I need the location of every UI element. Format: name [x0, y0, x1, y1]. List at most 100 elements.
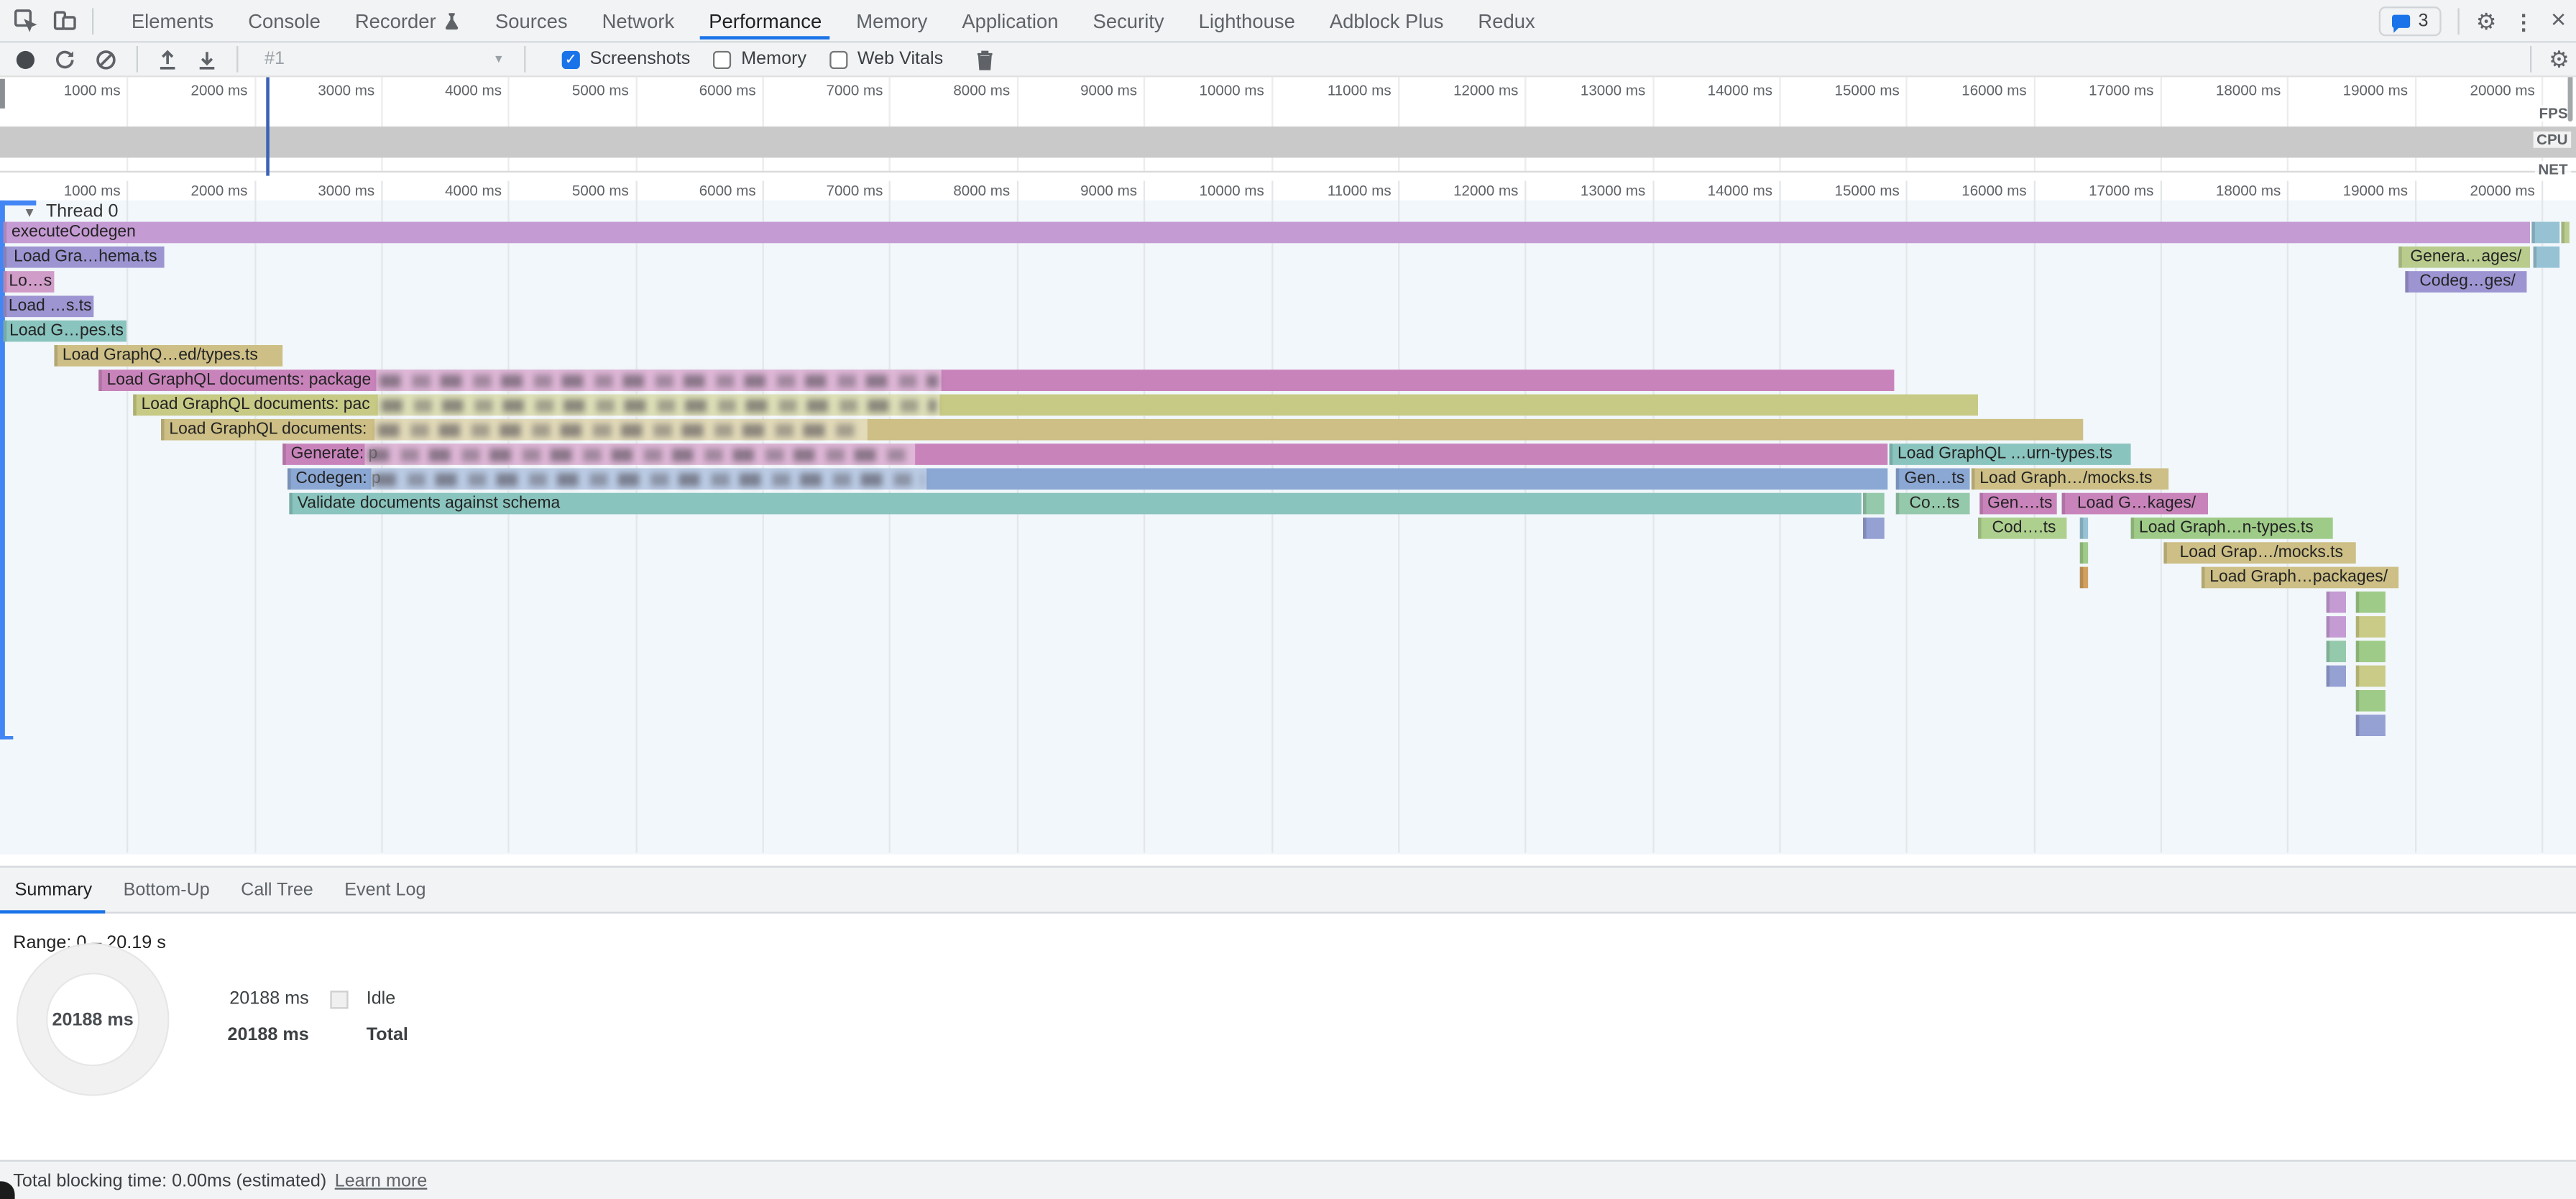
device-toolbar-icon[interactable] — [52, 8, 77, 32]
learn-more-link[interactable]: Learn more — [335, 1171, 428, 1190]
timeline-overview[interactable]: 1000 ms2000 ms3000 ms4000 ms5000 ms6000 … — [0, 77, 2576, 180]
timeline-tick-label: 5000 ms — [510, 183, 629, 199]
inspect-element-icon[interactable] — [13, 8, 37, 32]
tab-security[interactable]: Security — [1093, 0, 1164, 41]
flame-bar[interactable] — [2534, 247, 2560, 268]
tab-redux[interactable]: Redux — [1478, 0, 1535, 41]
flame-bar[interactable] — [2356, 715, 2386, 736]
flame-bar[interactable]: Load GraphQL …urn-types.ts — [1890, 444, 2131, 465]
flame-bar[interactable] — [2356, 616, 2386, 638]
tab-application[interactable]: Application — [962, 0, 1058, 41]
flame-bar[interactable]: Load GraphQ…ed/types.ts — [54, 345, 282, 367]
flame-bar[interactable] — [2327, 592, 2346, 613]
flame-bar[interactable]: Codeg…ges/ — [2405, 271, 2526, 293]
overview-tick-label: 19000 ms — [2289, 82, 2408, 98]
flame-bar[interactable] — [1863, 493, 1885, 515]
flame-bar[interactable] — [2327, 616, 2346, 638]
flame-bar[interactable] — [2080, 567, 2088, 589]
tab-call-tree[interactable]: Call Tree — [241, 868, 313, 912]
flame-bar[interactable]: Load Gra…hema.ts — [4, 247, 165, 268]
memory-checkbox[interactable] — [713, 50, 731, 68]
flame-bar[interactable] — [2327, 640, 2346, 662]
devtools-window: Elements Console Recorder Sources Networ… — [0, 0, 2576, 1199]
flame-bar[interactable]: Load GraphQL documents: package — [98, 369, 1894, 391]
flame-bar[interactable] — [2080, 542, 2088, 564]
timeline-tick-label: 3000 ms — [257, 183, 375, 199]
settings-gear-icon[interactable]: ⚙ — [2476, 10, 2497, 33]
tab-performance[interactable]: Performance — [709, 0, 822, 41]
tab-recorder[interactable]: Recorder — [355, 0, 461, 41]
flame-bar[interactable]: Gen….ts — [1979, 493, 2056, 515]
tab-summary[interactable]: Summary — [15, 868, 93, 912]
flame-bar[interactable]: Validate documents against schema — [289, 493, 1861, 515]
flame-bar[interactable]: Load …s.ts — [4, 295, 94, 317]
issues-badge[interactable]: 3 — [2379, 6, 2442, 36]
capture-settings-gear-icon[interactable]: ⚙ — [2549, 47, 2570, 70]
flame-bar[interactable] — [2327, 666, 2346, 687]
flame-bar[interactable]: Co…ts — [1896, 493, 1970, 515]
clear-recording-icon[interactable] — [96, 48, 117, 70]
flame-bar[interactable] — [2080, 518, 2088, 539]
flame-bar[interactable]: Genera…ages/ — [2398, 247, 2530, 268]
web-vitals-label: Web Vitals — [857, 50, 943, 69]
history-select[interactable]: #1 ▼ — [264, 46, 505, 73]
web-vitals-checkbox[interactable] — [829, 50, 847, 68]
tab-elements[interactable]: Elements — [132, 0, 213, 41]
flame-bar[interactable]: executeCodegen — [4, 222, 2530, 244]
flame-bar[interactable] — [2356, 690, 2386, 712]
overview-scrollbar-thumb[interactable] — [2568, 77, 2573, 121]
trash-icon[interactable] — [976, 48, 994, 70]
screenshots-checkbox[interactable]: ✓ — [562, 50, 580, 68]
timeline-gridline — [2287, 180, 2288, 853]
timeline-gridline — [254, 180, 256, 853]
tab-event-log[interactable]: Event Log — [344, 868, 426, 912]
tab-memory[interactable]: Memory — [856, 0, 927, 41]
flame-chart-pane[interactable]: 1000 ms2000 ms3000 ms4000 ms5000 ms6000 … — [0, 180, 2576, 867]
flame-bar[interactable]: Load Graph…packages/ — [2202, 567, 2398, 589]
flame-bar[interactable] — [2356, 666, 2386, 687]
summary-donut-chart: 20188 ms — [18, 945, 167, 1094]
overview-gridline — [890, 77, 891, 173]
tab-console[interactable]: Console — [248, 0, 321, 41]
more-menu-kebab-icon[interactable]: ⋮ — [2513, 11, 2534, 32]
experiment-flask-icon — [444, 11, 461, 30]
flame-bar[interactable]: Gen…ts — [1896, 468, 1970, 490]
flame-bar[interactable]: Load G…pes.ts — [4, 321, 126, 342]
load-profile-icon[interactable] — [157, 48, 177, 70]
flame-bar[interactable] — [1863, 518, 1885, 539]
legend-row-total: 20188 ms Total — [207, 1025, 408, 1044]
flame-bar[interactable] — [2531, 222, 2559, 244]
thread-header[interactable]: ▼ Thread 0 — [23, 202, 118, 221]
net-overview-track — [0, 171, 2576, 173]
timeline-gridline — [1906, 180, 1908, 853]
tab-bottom-up[interactable]: Bottom-Up — [124, 868, 210, 912]
flame-bar[interactable]: Load Graph…/mocks.ts — [1972, 468, 2168, 490]
flame-bar[interactable] — [2356, 640, 2386, 662]
flame-bar[interactable] — [2561, 222, 2569, 244]
overview-gridline — [2033, 77, 2035, 173]
overview-gridline — [2161, 77, 2162, 173]
timeline-gridline — [127, 180, 129, 853]
flame-bar[interactable]: Lo…s — [4, 271, 55, 293]
overview-tick-label: 16000 ms — [1908, 82, 2027, 98]
flame-bar[interactable]: Load Graph…n-types.ts — [2131, 518, 2333, 539]
tab-lighthouse[interactable]: Lighthouse — [1199, 0, 1295, 41]
overview-gridline — [127, 77, 129, 173]
overview-time-marker[interactable] — [266, 77, 268, 175]
redacted-text-overlay — [376, 369, 941, 392]
overview-left-handle[interactable] — [0, 79, 4, 109]
status-bar: Total blocking time: 0.00ms (estimated) … — [0, 1160, 2576, 1199]
close-icon[interactable]: × — [2551, 6, 2566, 36]
flame-bar[interactable] — [2356, 592, 2386, 613]
reload-and-record-button[interactable] — [54, 48, 75, 70]
flame-bar[interactable]: Cod….ts — [1978, 518, 2066, 539]
tab-adblock-plus[interactable]: Adblock Plus — [1330, 0, 1444, 41]
flame-bar[interactable]: Load G…kages/ — [2062, 493, 2208, 515]
tab-network[interactable]: Network — [602, 0, 675, 41]
total-value: 20188 ms — [207, 1025, 309, 1044]
save-profile-icon[interactable] — [197, 48, 216, 70]
record-button[interactable] — [17, 50, 34, 68]
tab-sources[interactable]: Sources — [495, 0, 568, 41]
overview-tick-label: 9000 ms — [1018, 82, 1137, 98]
flame-bar[interactable]: Load Grap…/mocks.ts — [2163, 542, 2355, 564]
